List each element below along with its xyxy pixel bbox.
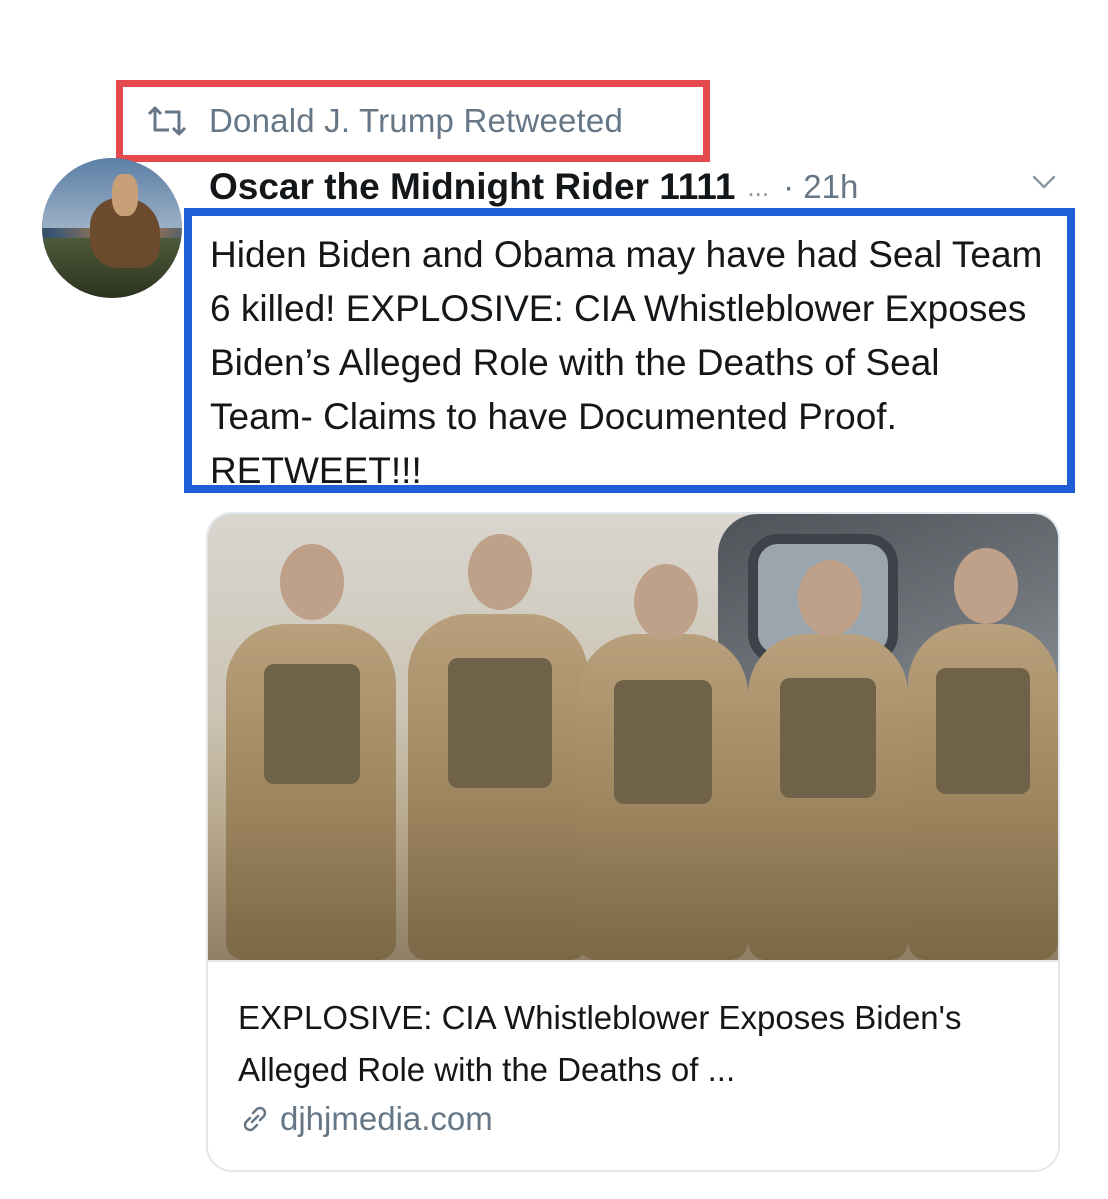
tweet-text: Hiden Biden and Obama may have had Seal … [210,234,1043,491]
truncation-ellipsis: ... [747,171,770,202]
chevron-down-icon[interactable] [1031,172,1057,192]
link-card-domain[interactable]: djhjmedia.com [238,1100,1058,1138]
tweet-timestamp[interactable]: · 21h [783,168,858,206]
retweeted-by-label[interactable]: Donald J. Trump Retweeted [209,102,623,140]
retweet-context: Donald J. Trump Retweeted [116,80,710,162]
link-card-title[interactable]: EXPLOSIVE: CIA Whistleblower Exposes Bid… [238,992,1058,1096]
link-card-domain-text: djhjmedia.com [280,1100,493,1137]
avatar[interactable] [42,158,182,298]
tweet-header: Oscar the Midnight Rider 1111 ... · 21h [209,160,1079,214]
link-card[interactable]: EXPLOSIVE: CIA Whistleblower Exposes Bid… [206,512,1060,1172]
link-icon [238,1102,272,1136]
retweet-icon [145,106,189,136]
tweet-text-highlight: Hiden Biden and Obama may have had Seal … [184,208,1075,493]
link-card-image[interactable] [208,514,1058,960]
link-card-body[interactable]: EXPLOSIVE: CIA Whistleblower Exposes Bid… [208,960,1058,1170]
display-name[interactable]: Oscar the Midnight Rider 1111 [209,166,735,208]
